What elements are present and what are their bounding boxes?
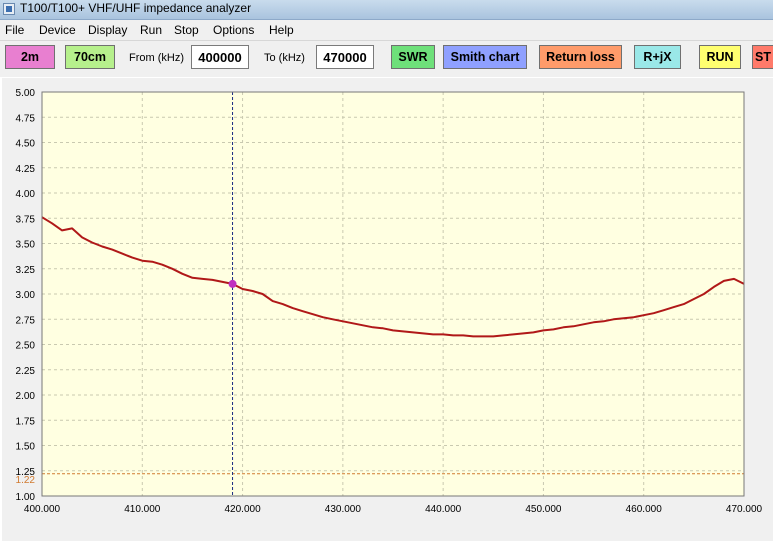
x-axis-ticks: 400.000 410.000 420.000 430.000 440.000 450.0…	[24, 504, 763, 515]
to-label: To (kHz)	[264, 52, 305, 64]
y-tick-label: 3.75	[16, 214, 36, 225]
title-bar: T100/T100+ VHF/UHF impedance analyzer	[0, 0, 773, 20]
app-icon	[3, 3, 15, 15]
y-tick-label: 4.00	[16, 189, 36, 200]
smith-chart-button[interactable]: Smith chart	[443, 45, 527, 69]
y-tick-label: 2.75	[16, 315, 36, 326]
menu-display[interactable]: Display	[88, 22, 127, 38]
x-tick-label: 470.000	[726, 504, 763, 515]
x-tick-label: 430.000	[325, 504, 362, 515]
y-tick-label: 1.75	[16, 416, 36, 427]
menu-options[interactable]: Options	[213, 22, 254, 38]
y-tick-label: 2.50	[16, 341, 36, 352]
menu-stop[interactable]: Stop	[174, 22, 199, 38]
menu-run[interactable]: Run	[140, 22, 162, 38]
cursor-marker[interactable]	[228, 279, 237, 288]
y-tick-label: 3.50	[16, 240, 36, 251]
from-label: From (kHz)	[129, 52, 184, 64]
y-tick-label: 1.00	[16, 492, 36, 503]
x-tick-label: 400.000	[24, 504, 61, 515]
from-frequency-input[interactable]	[191, 45, 249, 69]
return-loss-button[interactable]: Return loss	[539, 45, 622, 69]
y-axis-ticks: 5.00 4.75 4.50 4.25 4.00 3.75 3.50 3.25 3.00 2.75…	[16, 88, 36, 503]
menu-device[interactable]: Device	[39, 22, 76, 38]
toolbar: 2m 70cm From (kHz) To (kHz) SWR Smith ch…	[0, 41, 773, 77]
x-tick-label: 460.000	[626, 504, 663, 515]
menu-file[interactable]: File	[5, 22, 24, 38]
window-title: T100/T100+ VHF/UHF impedance analyzer	[20, 1, 252, 15]
stop-button[interactable]: ST	[752, 45, 773, 69]
menu-bar: File Device Display Run Stop Options Hel…	[0, 20, 773, 41]
run-button[interactable]: RUN	[699, 45, 741, 69]
threshold-label: 1.22	[16, 475, 36, 486]
rjx-button[interactable]: R+jX	[634, 45, 681, 69]
y-tick-label: 1.50	[16, 442, 36, 453]
y-tick-label: 5.00	[16, 88, 36, 99]
y-tick-label: 4.75	[16, 113, 36, 124]
band-2m-button[interactable]: 2m	[5, 45, 55, 69]
y-tick-label: 4.25	[16, 164, 36, 175]
to-frequency-input[interactable]	[316, 45, 374, 69]
x-tick-label: 450.000	[525, 504, 562, 515]
x-tick-label: 440.000	[425, 504, 462, 515]
swr-chart[interactable]: 5.00 4.75 4.50 4.25 4.00 3.75 3.50 3.25 3.00 2.75…	[2, 78, 771, 538]
x-tick-label: 410.000	[124, 504, 161, 515]
menu-help[interactable]: Help	[269, 22, 294, 38]
swr-button[interactable]: SWR	[391, 45, 435, 69]
y-tick-label: 4.50	[16, 139, 36, 150]
y-tick-label: 2.25	[16, 366, 36, 377]
chart-panel: 5.00 4.75 4.50 4.25 4.00 3.75 3.50 3.25 3.00 2.75…	[2, 78, 773, 541]
band-70cm-button[interactable]: 70cm	[65, 45, 115, 69]
y-tick-label: 2.00	[16, 391, 36, 402]
x-tick-label: 420.000	[224, 504, 261, 515]
y-tick-label: 3.25	[16, 265, 36, 276]
y-tick-label: 3.00	[16, 290, 36, 301]
